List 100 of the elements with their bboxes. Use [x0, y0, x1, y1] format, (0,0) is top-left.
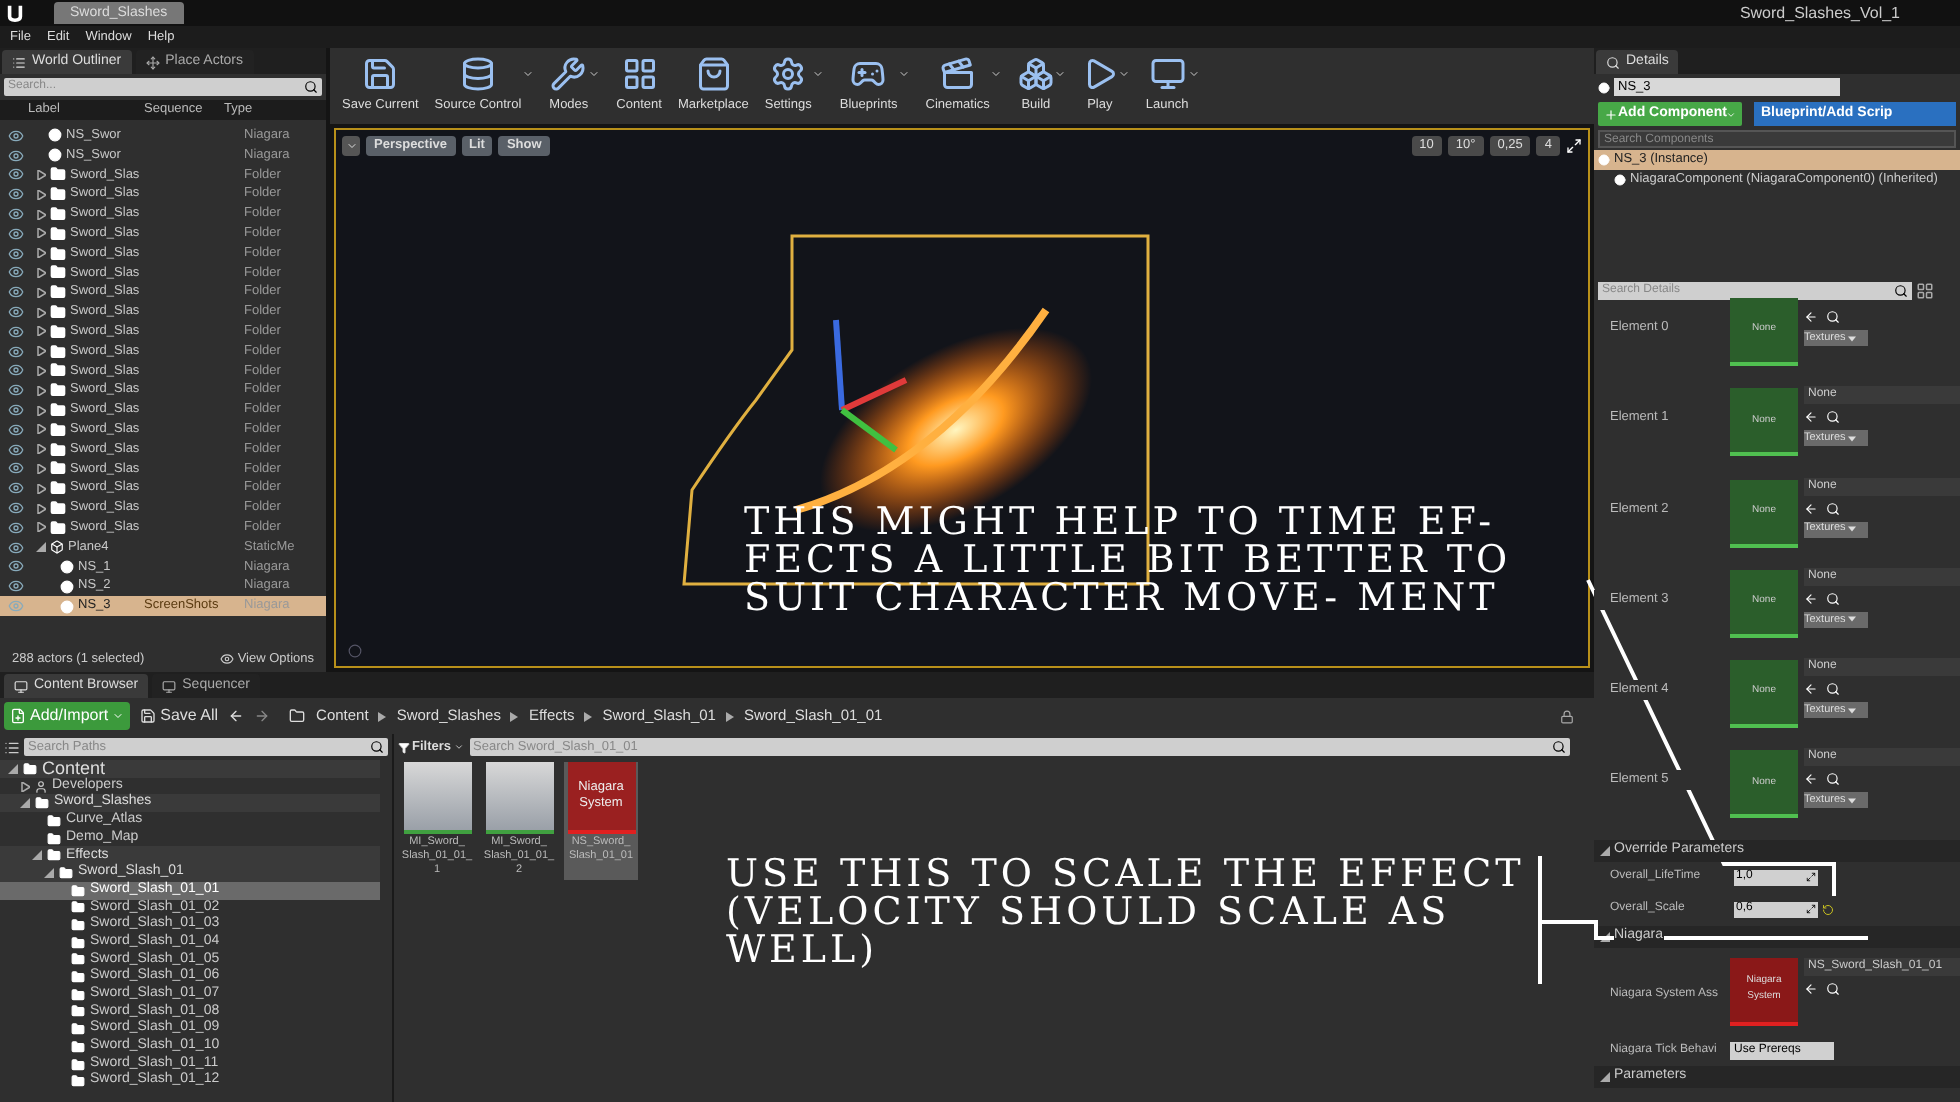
drag-handle-icon: [1806, 904, 1816, 915]
search-icon: [304, 80, 318, 94]
visibility-eye-icon[interactable]: [8, 558, 24, 575]
grid-view-icon[interactable]: [1916, 282, 1934, 300]
engine-logo-icon: [6, 4, 24, 22]
browse-search-icon[interactable]: [1826, 501, 1840, 516]
caret-icon: [112, 710, 125, 722]
dropdown-caret-icon: [1117, 68, 1130, 81]
reset-value-icon[interactable]: [1822, 903, 1834, 916]
visibility-eye-icon[interactable]: [8, 382, 24, 399]
visibility-eye-icon[interactable]: [8, 147, 24, 164]
visibility-eye-icon[interactable]: [8, 421, 24, 438]
folder-icon[interactable]: [288, 708, 307, 724]
expanded-arrow-icon[interactable]: [1600, 1071, 1610, 1082]
use-selected-arrow-icon[interactable]: [1804, 682, 1818, 697]
filter-icon: [398, 741, 410, 754]
add-import-button[interactable]: Add/Import: [4, 702, 131, 730]
browse-search-icon[interactable]: [1826, 981, 1840, 996]
visibility-eye-icon[interactable]: [8, 304, 24, 321]
visibility-eye-icon[interactable]: [8, 186, 24, 203]
caret-icon: [1847, 335, 1856, 341]
folder-label: Content: [42, 760, 106, 778]
dropdown-caret-icon: [811, 68, 824, 81]
tree-toggle-icon[interactable]: [4, 739, 20, 755]
dropdown-caret-icon: [897, 68, 910, 81]
folder-icon: [50, 382, 66, 399]
visibility-eye-icon[interactable]: [8, 245, 24, 262]
folder-icon: [22, 761, 38, 776]
caret-icon: [1847, 616, 1856, 623]
visibility-eye-icon[interactable]: [8, 402, 24, 419]
visibility-eye-icon[interactable]: [8, 460, 24, 477]
wrench-icon: [550, 56, 587, 93]
dropdown-caret-icon: [521, 68, 534, 81]
boxes-icon: [1017, 56, 1054, 93]
lock-icon[interactable]: [1560, 709, 1574, 723]
breadcrumb-arrow-icon: [725, 711, 734, 721]
browse-search-icon[interactable]: [1826, 591, 1840, 606]
caret-icon: [1847, 435, 1856, 442]
visibility-eye-icon[interactable]: [8, 323, 24, 340]
search-icon: [370, 740, 384, 754]
list-icon: [12, 55, 26, 69]
dropdown-caret-icon: [1188, 68, 1201, 81]
database-icon: [459, 56, 496, 93]
browse-search-icon[interactable]: [1826, 410, 1840, 425]
visibility-eye-icon[interactable]: [8, 284, 24, 301]
browse-search-icon[interactable]: [1826, 772, 1840, 787]
use-selected-arrow-icon[interactable]: [1804, 591, 1818, 606]
folder-tree-item[interactable]: Content: [0, 760, 380, 778]
expanded-arrow-icon[interactable]: [36, 542, 46, 553]
forward-arrow-icon[interactable]: [254, 708, 271, 724]
folder-icon: [50, 186, 66, 203]
dropdown-caret-icon: [588, 68, 601, 81]
visibility-eye-icon[interactable]: [8, 225, 24, 242]
browse-search-icon[interactable]: [1826, 310, 1840, 324]
eye-icon: [219, 652, 234, 666]
clapperboard-icon: [939, 56, 976, 93]
breadcrumb-arrow-icon: [378, 711, 387, 721]
caret-icon: [1726, 109, 1737, 119]
visibility-eye-icon[interactable]: [8, 127, 24, 144]
maximize-icon[interactable]: [1566, 138, 1582, 154]
visibility-eye-icon[interactable]: [8, 206, 24, 223]
folder-icon: [50, 480, 66, 497]
use-selected-arrow-icon[interactable]: [1804, 501, 1818, 516]
visibility-eye-icon[interactable]: [8, 539, 24, 556]
viewport-menu-button[interactable]: [342, 136, 360, 156]
breadcrumb-arrow-icon: [510, 711, 519, 721]
use-selected-arrow-icon[interactable]: [1804, 981, 1818, 996]
visibility-eye-icon[interactable]: [8, 578, 24, 595]
expanded-arrow-icon[interactable]: [1600, 845, 1610, 856]
search-icon: [1894, 284, 1908, 298]
visibility-eye-icon[interactable]: [8, 264, 24, 281]
visibility-eye-icon[interactable]: [8, 343, 24, 360]
use-selected-arrow-icon[interactable]: [1804, 772, 1818, 787]
window-icon: [14, 679, 28, 693]
expanded-arrow-icon[interactable]: [1600, 931, 1610, 942]
user-icon: [34, 779, 48, 794]
monitor-icon: [1149, 56, 1186, 93]
back-arrow-icon[interactable]: [228, 708, 245, 724]
visibility-eye-icon[interactable]: [8, 480, 24, 497]
window-icon: [162, 679, 177, 693]
cube-icon: [50, 540, 64, 555]
collapsed-arrow-icon[interactable]: [20, 781, 30, 792]
visibility-eye-icon[interactable]: [8, 500, 24, 517]
visibility-eye-icon[interactable]: [8, 362, 24, 379]
visibility-eye-icon[interactable]: [8, 519, 24, 536]
search-icon: [1552, 740, 1566, 755]
material-thumbnail: [485, 761, 553, 834]
project-name: Sword_Slashes_Vol_1: [1739, 1, 1900, 25]
browse-search-icon[interactable]: [1826, 682, 1840, 697]
caret-icon: [345, 140, 357, 152]
visibility-eye-icon[interactable]: [8, 441, 24, 458]
save-all-button[interactable]: Save All: [140, 704, 219, 728]
drag-handle-icon: [1806, 872, 1816, 883]
plus-icon: [1604, 107, 1618, 121]
breadcrumb-arrow-icon: [584, 711, 593, 721]
visibility-eye-icon[interactable]: [8, 166, 24, 183]
dropdown-caret-icon: [989, 68, 1002, 81]
use-selected-arrow-icon[interactable]: [1804, 310, 1818, 324]
caret-icon: [1847, 797, 1856, 804]
use-selected-arrow-icon[interactable]: [1804, 410, 1818, 425]
